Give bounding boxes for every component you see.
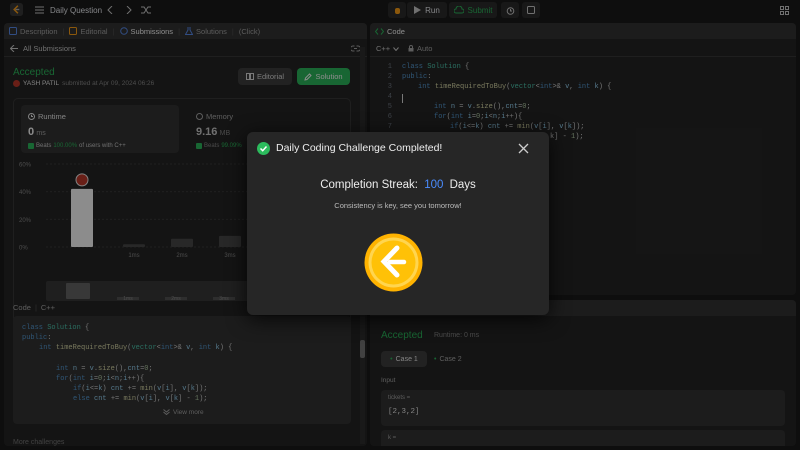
close-icon[interactable] [518, 143, 529, 154]
streak-label: Completion Streak: [320, 179, 418, 191]
challenge-complete-modal: Daily Coding Challenge Completed! Comple… [247, 132, 549, 315]
modal-title: Daily Coding Challenge Completed! [276, 142, 443, 154]
leetcode-coin-icon [364, 233, 423, 292]
streak-unit: Days [449, 179, 476, 191]
streak-text: Completion Streak: 100 Days [247, 179, 549, 191]
modal-subtitle: Consistency is key, see you tomorrow! [334, 201, 462, 210]
streak-value: 100 [424, 179, 444, 191]
check-circle-icon [257, 142, 270, 155]
